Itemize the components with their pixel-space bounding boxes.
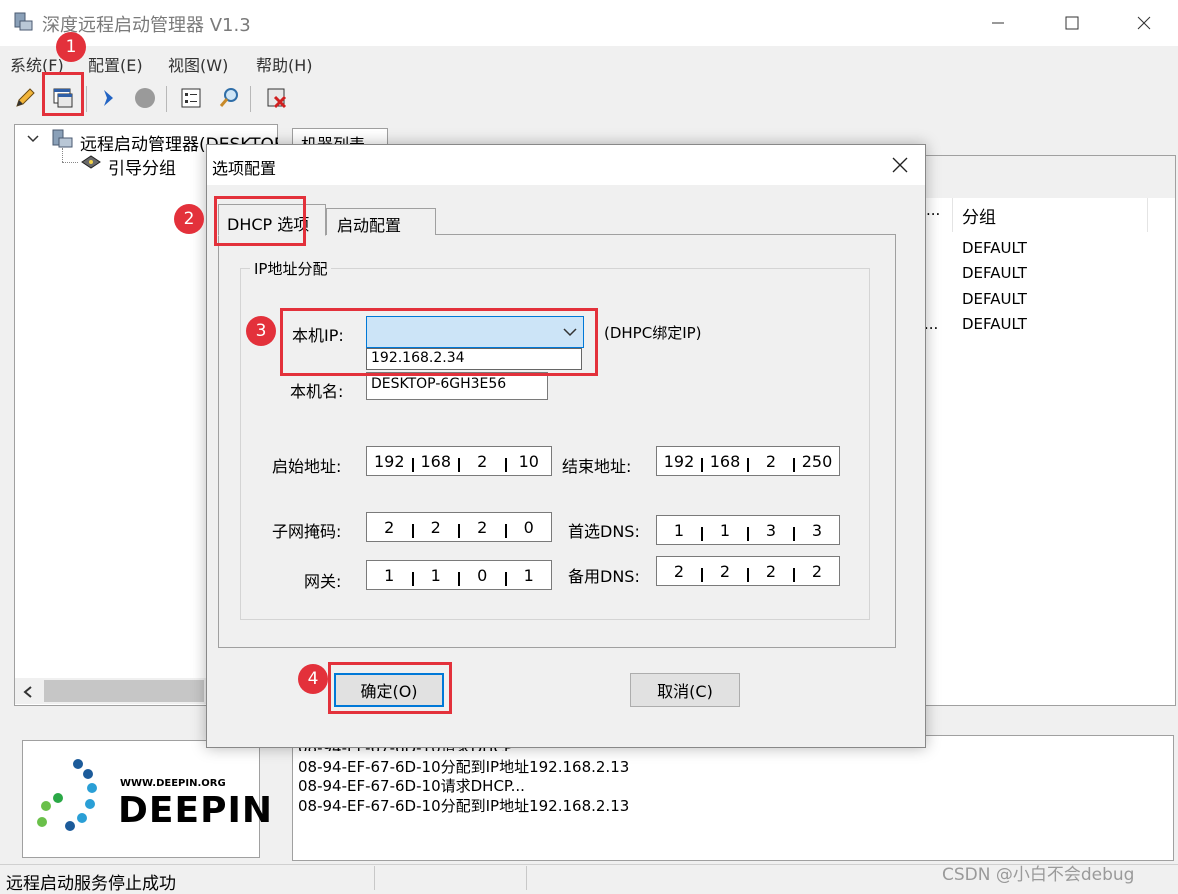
- octet: 192: [663, 451, 695, 471]
- properties-list-icon[interactable]: [176, 83, 206, 113]
- end-address-label: 结束地址:: [562, 457, 632, 476]
- tree-connector: [62, 148, 63, 162]
- tab-boot-config[interactable]: 启动配置: [326, 208, 436, 235]
- octet: 2: [811, 561, 823, 581]
- dialog-title-bar: [207, 145, 925, 185]
- octet: 1: [430, 565, 441, 585]
- dialog-close-button[interactable]: [882, 148, 918, 182]
- scrollbar-thumb[interactable]: [44, 680, 204, 702]
- toolbar-separator: [250, 86, 251, 112]
- annotation-marker: 1: [56, 32, 86, 62]
- hostname-label: 本机名:: [290, 382, 344, 401]
- subnet-mask-field[interactable]: 2 2 2 0: [366, 512, 552, 542]
- annotation-highlight-box: [280, 308, 598, 376]
- subnet-mask-label: 子网掩码:: [272, 522, 342, 541]
- annotation-highlight-box: [328, 662, 452, 714]
- group-cell: DEFAULT: [962, 315, 1027, 333]
- group-cell: DEFAULT: [962, 290, 1027, 308]
- octet: 3: [811, 520, 823, 540]
- octet: 2: [384, 517, 395, 537]
- truncated-column-ellipsis: ...: [926, 201, 941, 219]
- minimize-button[interactable]: [970, 0, 1026, 46]
- local-ip-hint: (DHPC绑定IP): [604, 324, 702, 342]
- start-arrow-icon[interactable]: [94, 83, 124, 113]
- logo-url-text: WWW.DEEPIN.ORG: [120, 778, 226, 789]
- gateway-field[interactable]: 1 1 0 1: [366, 560, 552, 590]
- scroll-left-icon[interactable]: [22, 684, 34, 703]
- start-address-field[interactable]: 192 168 2 10: [366, 446, 552, 476]
- delete-window-icon[interactable]: [262, 83, 292, 113]
- octet: 0: [477, 565, 488, 585]
- octet: 1: [384, 565, 395, 585]
- secondary-dns-field[interactable]: 2 2 2 2: [656, 556, 840, 586]
- primary-dns-label: 首选DNS:: [568, 522, 640, 541]
- annotation-marker: 4: [298, 664, 328, 694]
- search-icon[interactable]: [214, 83, 244, 113]
- octet: 1: [719, 520, 731, 540]
- octet: 1: [673, 520, 685, 540]
- logo-brand-text: DEEPIN: [118, 790, 273, 831]
- group-cell: DEFAULT: [962, 264, 1027, 282]
- annotation-marker: 2: [174, 204, 204, 234]
- menu-config[interactable]: 配置(E): [88, 52, 143, 76]
- octet: 2: [765, 451, 777, 471]
- close-button[interactable]: [1116, 0, 1172, 46]
- pencil-icon[interactable]: [10, 83, 40, 113]
- octet: 168: [709, 451, 741, 471]
- octet: 2: [477, 451, 488, 471]
- octet: 3: [765, 520, 777, 540]
- annotation-highlight-box: [42, 72, 84, 116]
- chevron-down-icon[interactable]: [26, 131, 40, 150]
- status-text: 远程启动服务停止成功: [6, 874, 176, 894]
- group-cell: DEFAULT: [962, 239, 1027, 257]
- tree-connector: [62, 162, 78, 163]
- dialog-title: 选项配置: [212, 159, 277, 178]
- secondary-dns-label: 备用DNS:: [568, 567, 640, 586]
- octet: 2: [430, 517, 441, 537]
- end-address-field[interactable]: 192 168 2 250: [656, 446, 840, 476]
- octet: 10: [518, 451, 539, 471]
- octet: 168: [420, 451, 452, 471]
- primary-dns-field[interactable]: 1 1 3 3: [656, 515, 840, 545]
- gateway-label: 网关:: [304, 572, 342, 591]
- toolbar-separator: [86, 86, 87, 112]
- menu-help[interactable]: 帮助(H): [256, 52, 313, 76]
- octet: 250: [801, 451, 833, 471]
- tree-child-item[interactable]: 引导分组: [108, 154, 176, 179]
- annotation-highlight-box: [214, 196, 306, 246]
- deepin-logo-icon: [30, 752, 130, 846]
- stop-circle-icon[interactable]: [130, 83, 160, 113]
- status-separator: [526, 866, 527, 890]
- log-line: 08-94-EF-67-6D-10分配到IP地址192.168.2.13: [298, 797, 630, 815]
- octet: 0: [523, 517, 534, 537]
- cancel-button[interactable]: 取消(C): [630, 673, 740, 707]
- log-line: 08-94-EF-67-6D-10分配到IP地址192.168.2.13: [298, 758, 630, 776]
- csdn-watermark: CSDN @小白不会debug: [942, 865, 1135, 885]
- group-icon: [80, 154, 102, 174]
- annotation-marker: 3: [246, 316, 276, 346]
- hostname-field[interactable]: DESKTOP-6GH3E56: [366, 372, 548, 400]
- octet: 2: [719, 561, 731, 581]
- octet: 2: [765, 561, 777, 581]
- start-address-label: 启始地址:: [272, 457, 342, 476]
- log-line: 08-94-EF-67-6D-10请求DHCP...: [298, 777, 525, 795]
- octet: 1: [523, 565, 534, 585]
- toolbar-separator: [166, 86, 167, 112]
- status-separator: [374, 866, 375, 890]
- ip-allocation-group-title: IP地址分配: [250, 258, 332, 279]
- menu-view[interactable]: 视图(W): [168, 52, 228, 76]
- octet: 2: [673, 561, 685, 581]
- maximize-button[interactable]: [1044, 0, 1100, 46]
- column-header-group-label: 分组: [962, 208, 996, 228]
- truncated-cell-ellipsis: ...: [924, 315, 939, 333]
- app-icon: [12, 11, 34, 33]
- octet: 192: [373, 451, 405, 471]
- octet: 2: [477, 517, 488, 537]
